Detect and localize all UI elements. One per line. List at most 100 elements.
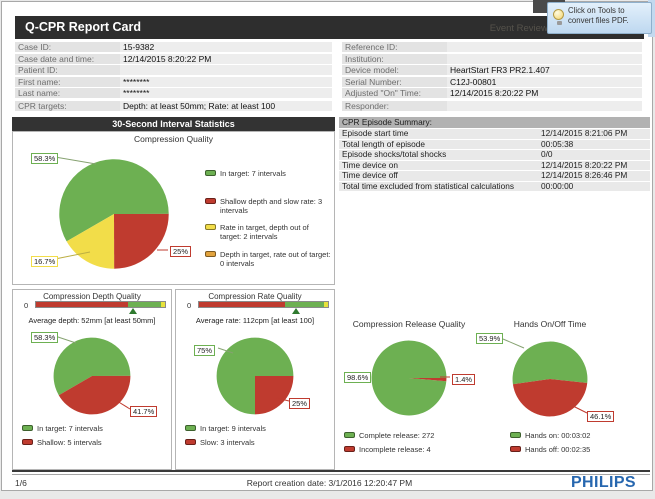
- field-value: ********: [120, 88, 332, 98]
- legend-label: Slow: 3 intervals: [200, 438, 325, 447]
- lightbulb-icon: [553, 9, 564, 20]
- legend-item: Slow: 3 intervals: [185, 438, 325, 447]
- pie-label: 16.7%: [31, 256, 58, 267]
- release-quality-pie: [370, 339, 448, 417]
- summary-row: Total length of episode 00:05:38: [339, 140, 650, 150]
- rate-quality-pie: [215, 336, 295, 416]
- summary-label: Total time excluded from statistical cal…: [342, 182, 514, 192]
- release-quality-title: Compression Release Quality: [339, 319, 479, 329]
- legend-label: Depth in target, rate out of target: 0 i…: [220, 250, 331, 268]
- legend-label: In target: 7 intervals: [220, 169, 331, 178]
- summary-value: 0/0: [541, 150, 553, 160]
- lightbulb-base-icon: [557, 21, 562, 25]
- footer-divider: [12, 470, 650, 472]
- pie-label: 41.7%: [130, 406, 157, 417]
- form-row-device-model: Device model: HeartStart FR3 PR2.1.407: [342, 65, 642, 75]
- form-row-case-id: Case ID: 15-9382: [15, 42, 332, 52]
- depth-quality-pie: [52, 336, 132, 416]
- form-row-cpr-targets: CPR targets: Depth: at least 50mm; Rate:…: [15, 101, 332, 111]
- form-row-institution: Institution:: [342, 54, 642, 64]
- field-value: HeartStart FR3 PR2.1.407: [447, 65, 642, 75]
- hands-on-off-title: Hands On/Off Time: [500, 319, 600, 329]
- summary-value: 00:05:38: [541, 140, 573, 150]
- field-label: Reference ID:: [342, 42, 447, 52]
- compression-quality-pie: [57, 157, 171, 271]
- green-swatch-icon: [344, 432, 355, 438]
- form-row-first-name: First name: ********: [15, 77, 332, 87]
- field-label: CPR targets:: [15, 101, 120, 111]
- field-value: 15-9382: [120, 42, 332, 52]
- tooltip-text: Click on Tools to convert files PDF.: [568, 6, 651, 25]
- summary-value: 12/14/2015 8:21:06 PM: [541, 129, 627, 139]
- field-value: [447, 101, 642, 111]
- summary-row: Total time excluded from statistical cal…: [339, 182, 650, 192]
- device-info-form: Reference ID: Institution: Device model:…: [342, 42, 642, 112]
- cpr-episode-summary: CPR Episode Summary: Episode start time …: [339, 117, 650, 191]
- rate-caption: Average rate: 112cpm [at least 100]: [175, 316, 335, 325]
- legend-item: Complete release: 272: [344, 431, 474, 440]
- rate-gauge: [198, 301, 329, 317]
- legend-label: In target: 9 intervals: [200, 424, 325, 433]
- depth-quality-title: Compression Depth Quality: [12, 292, 172, 301]
- field-value: Depth: at least 50mm; Rate: at least 100: [120, 101, 332, 111]
- summary-row: Time device off 12/14/2015 8:26:46 PM: [339, 171, 650, 181]
- form-row-last-name: Last name: ********: [15, 88, 332, 98]
- yellow-swatch-icon: [205, 224, 216, 230]
- green-swatch-icon: [205, 170, 216, 176]
- compression-quality-title: Compression Quality: [12, 134, 335, 144]
- pie-label: 58.3%: [31, 153, 58, 164]
- field-value: [120, 65, 332, 75]
- report-page: Q-CPR Report Card Event Review Pro 5.0 E…: [1, 1, 653, 491]
- field-value: 12/14/2015 8:20:22 PM: [120, 54, 332, 64]
- form-row-responder: Responder:: [342, 101, 642, 111]
- field-value: [447, 42, 642, 52]
- field-label: First name:: [15, 77, 120, 87]
- summary-row: Episode shocks/total shocks 0/0: [339, 150, 650, 160]
- gauge-zero-label: 0: [187, 301, 191, 310]
- legend-item: Hands on: 00:03:02: [510, 431, 630, 440]
- form-row-case-date: Case date and time: 12/14/2015 8:20:22 P…: [15, 54, 332, 64]
- red-swatch-icon: [185, 439, 196, 445]
- field-value: ********: [120, 77, 332, 87]
- field-value: 12/14/2015 8:20:22 PM: [447, 88, 642, 98]
- form-row-reference-id: Reference ID:: [342, 42, 642, 52]
- legend-item: Incomplete release: 4: [344, 445, 474, 454]
- summary-row: Episode start time 12/14/2015 8:21:06 PM: [339, 129, 650, 139]
- field-value: [447, 54, 642, 64]
- red-swatch-icon: [205, 198, 216, 204]
- field-label: Adjusted "On" Time:: [342, 88, 447, 98]
- green-swatch-icon: [185, 425, 196, 431]
- summary-label: Total length of episode: [342, 140, 425, 150]
- legend-item: Shallow: 5 intervals: [22, 438, 162, 447]
- field-label: Responder:: [342, 101, 447, 111]
- pie-label: 98.6%: [344, 372, 371, 383]
- orange-swatch-icon: [205, 251, 216, 257]
- field-label: Device model:: [342, 65, 447, 75]
- legend-label: Hands on: 00:03:02: [525, 431, 630, 440]
- green-swatch-icon: [22, 425, 33, 431]
- convert-pdf-tooltip[interactable]: Click on Tools to convert files PDF.: [547, 2, 652, 34]
- field-label: Serial Number:: [342, 77, 447, 87]
- legend-label: Incomplete release: 4: [359, 445, 474, 454]
- summary-label: Episode shocks/total shocks: [342, 150, 446, 160]
- summary-value: 00:00:00: [541, 182, 573, 192]
- rate-quality-title: Compression Rate Quality: [175, 292, 335, 301]
- green-swatch-icon: [510, 432, 521, 438]
- field-label: Last name:: [15, 88, 120, 98]
- pie-label: 25%: [170, 246, 191, 257]
- depth-gauge: [35, 301, 166, 317]
- legend-item: In target: 7 intervals: [205, 169, 331, 178]
- legend-label: Rate in target, depth out of target: 2 i…: [220, 223, 331, 241]
- legend-item: Rate in target, depth out of target: 2 i…: [205, 223, 331, 241]
- report-creation-date: Report creation date: 3/1/2016 12:20:47 …: [2, 478, 655, 488]
- legend-item: In target: 9 intervals: [185, 424, 325, 433]
- pie-label: 1.4%: [452, 374, 475, 385]
- red-swatch-icon: [510, 446, 521, 452]
- legend-label: Hands off: 00:02:35: [525, 445, 630, 454]
- screenshot-root: Q-CPR Report Card Event Review Pro 5.0 E…: [0, 0, 655, 499]
- form-row-serial-number: Serial Number: C12J-00801: [342, 77, 642, 87]
- pie-label: 25%: [289, 398, 310, 409]
- legend-item: In target: 7 intervals: [22, 424, 162, 433]
- episode-summary-header: CPR Episode Summary:: [339, 117, 650, 128]
- pie-label: 75%: [194, 345, 215, 356]
